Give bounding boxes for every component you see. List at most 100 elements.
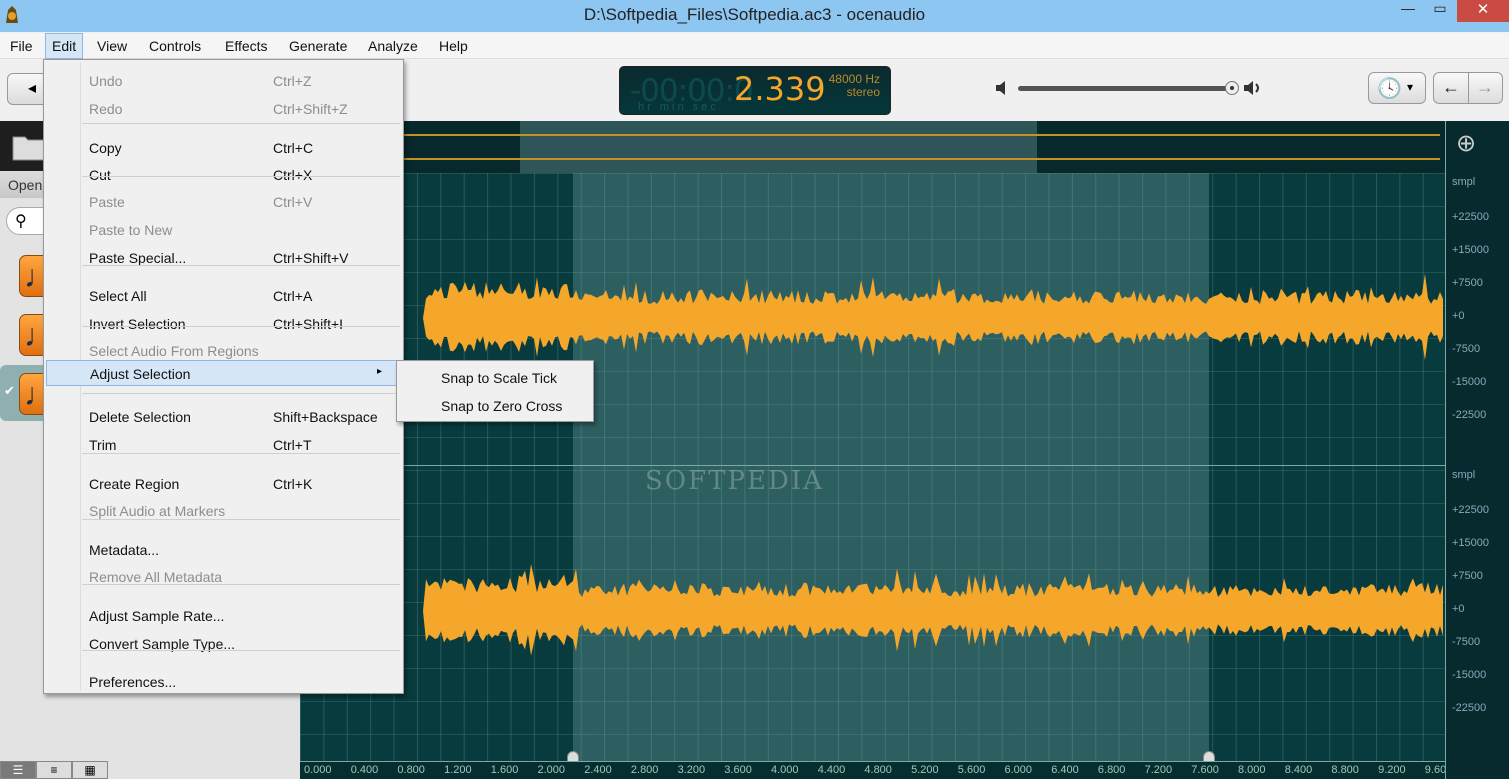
time-tick-label: 2.400 [584, 764, 612, 776]
menu-item-label: Paste to New [89, 222, 173, 238]
menu-item-snap-to-zero-cross[interactable]: Snap to Zero Cross [399, 392, 589, 418]
channels: stereo [846, 85, 880, 99]
amplitude-tick-label: +15000 [1452, 537, 1490, 549]
menu-analyze[interactable]: Analyze [362, 33, 424, 59]
maximize-button[interactable]: ▭ [1425, 0, 1455, 22]
menu-item-convert-sample-type[interactable]: Convert Sample Type... [46, 631, 401, 657]
title-bar: D:\Softpedia_Files\Softpedia.ac3 - ocena… [0, 0, 1509, 32]
menu-item-shortcut: Ctrl+Z [273, 73, 312, 89]
menu-separator [82, 265, 400, 266]
menu-controls[interactable]: Controls [143, 33, 207, 59]
time-display: -00:00:0 2.339 48000 Hz stereo hr min se… [619, 66, 891, 115]
menu-item-trim[interactable]: Trim Ctrl+T [46, 432, 401, 458]
menu-effects[interactable]: Effects [219, 33, 274, 59]
volume-high-icon [1244, 81, 1259, 95]
menu-item-adjust-sample-rate[interactable]: Adjust Sample Rate... [46, 603, 401, 629]
waveform-right-channel [300, 563, 1443, 656]
amplitude-tick-label: +22500 [1452, 211, 1490, 223]
submenu-arrow-icon: ▸ [376, 366, 382, 377]
waveform-path [300, 273, 1443, 361]
list-view-button[interactable]: ≡ [36, 761, 72, 779]
menu-item-label: Invert Selection [89, 316, 186, 332]
menu-item-label: Select Audio From Regions [89, 343, 259, 359]
menu-item-split-audio-at-markers: Split Audio at Markers [46, 498, 401, 524]
menu-item-paste-to-new: Paste to New [46, 217, 401, 243]
menu-item-adjust-selection[interactable]: Adjust Selection ▸ [46, 360, 401, 386]
edit-menu: Undo Ctrl+Z Redo Ctrl+Shift+Z Copy Ctrl+C Cut C… [43, 59, 404, 694]
close-button[interactable]: ✕ [1457, 0, 1509, 22]
menu-item-label: Metadata... [89, 542, 160, 558]
menu-item-label: Copy [89, 140, 122, 156]
menu-generate[interactable]: Generate [283, 33, 353, 59]
menu-separator [82, 393, 400, 394]
menu-separator [82, 326, 400, 327]
forward-button[interactable]: → [1476, 77, 1494, 98]
history-button[interactable]: 🕓 ▾ [1368, 72, 1426, 104]
menu-edit[interactable]: Edit [45, 33, 84, 59]
menu-item-label: Trim [89, 437, 117, 453]
menu-item-invert-selection[interactable]: Invert Selection Ctrl+Shift+I [46, 311, 401, 337]
grid-view-button[interactable]: ▦ [72, 761, 108, 779]
amplitude-tick-label: -7500 [1452, 636, 1481, 648]
menu-item-copy[interactable]: Copy Ctrl+C [46, 135, 401, 161]
menu-item-label: Split Audio at Markers [89, 503, 226, 519]
menu-item-label: Cut [89, 167, 111, 183]
menu-item-undo: Undo Ctrl+Z [46, 68, 401, 94]
menu-item-delete-selection[interactable]: Delete Selection Shift+Backspace [46, 404, 401, 430]
menu-item-snap-to-scale-tick[interactable]: Snap to Scale Tick [399, 364, 589, 390]
menu-item-redo: Redo Ctrl+Shift+Z [46, 96, 401, 122]
waveform-left-channel [300, 273, 1443, 361]
menu-separator [82, 519, 400, 520]
menu-file[interactable]: File [4, 33, 39, 59]
adjust-selection-submenu: Snap to Scale Tick Snap to Zero Cross [396, 360, 594, 422]
menu-item-preferences[interactable]: Preferences... [46, 669, 401, 695]
menu-help[interactable]: Help [433, 33, 474, 59]
menu-item-shortcut: Ctrl+X [273, 167, 313, 183]
zoom-icon[interactable]: ⊕ [1456, 129, 1476, 158]
amplitude-tick-label: +0 [1452, 603, 1465, 615]
menu-item-cut[interactable]: Cut Ctrl+X [46, 162, 401, 188]
amplitude-tick-label: +22500 [1452, 504, 1490, 516]
amplitude-tick-label: -15000 [1452, 376, 1487, 388]
amplitude-unit-label: smpl [1452, 176, 1476, 188]
time-tick-label: 0.400 [350, 764, 379, 776]
amplitude-tick-label: +0 [1452, 310, 1465, 322]
time-display-value: 2.339 [734, 70, 826, 108]
amplitude-tick-label: -22500 [1452, 409, 1487, 421]
audio-format: 48000 Hz stereo [829, 73, 880, 99]
time-tick-label: 8.400 [1284, 764, 1313, 776]
volume-slider-thumb[interactable] [1225, 81, 1239, 95]
menu-item-paste-special[interactable]: Paste Special... Ctrl+Shift+V [46, 245, 401, 271]
amplitude-tick-label: -7500 [1452, 343, 1481, 355]
menu-separator [82, 176, 400, 177]
menu-item-select-all[interactable]: Select All Ctrl+A [46, 283, 401, 309]
time-tick-label: 9.60 [1424, 764, 1447, 776]
menu-separator [82, 650, 400, 651]
minimize-button[interactable]: — [1393, 0, 1423, 22]
menu-item-paste: Paste Ctrl+V [46, 189, 401, 215]
menu-item-label: Paste Special... [89, 250, 187, 266]
time-tick-label: 8.000 [1238, 764, 1266, 776]
menu-item-create-region[interactable]: Create Region Ctrl+K [46, 471, 401, 497]
menu-item-label: Adjust Selection [90, 366, 191, 382]
time-tick-label: 8.800 [1331, 764, 1359, 776]
time-ruler[interactable]: 0.000 0.400 0.800 1.200 1.600 2.000 2.400 2.800… [300, 761, 1447, 779]
waveform-view[interactable]: SOFTPEDIA [300, 121, 1445, 761]
menu-item-label: Undo [89, 73, 123, 89]
time-tick-label: 2.800 [630, 764, 659, 776]
view-mode-buttons: ☰ ≡ ▦ [0, 761, 108, 779]
detail-view-button[interactable]: ☰ [0, 761, 36, 779]
waveform-svg [300, 273, 1443, 656]
time-tick-label: 1.600 [490, 764, 519, 776]
menu-item-label: Delete Selection [89, 409, 191, 425]
window-title: D:\Softpedia_Files\Softpedia.ac3 - ocena… [583, 5, 926, 24]
menu-item-metadata[interactable]: Metadata... [46, 537, 401, 563]
amplitude-tick-label: +15000 [1452, 244, 1490, 256]
menu-item-shortcut: Ctrl+V [273, 194, 313, 210]
volume-slider[interactable] [1018, 86, 1236, 91]
time-tick-label: 5.600 [957, 764, 986, 776]
menu-view[interactable]: View [91, 33, 133, 59]
time-tick-label: 0.000 [304, 764, 332, 776]
back-button[interactable]: ← [1442, 77, 1460, 98]
time-tick-label: 4.400 [817, 764, 846, 776]
